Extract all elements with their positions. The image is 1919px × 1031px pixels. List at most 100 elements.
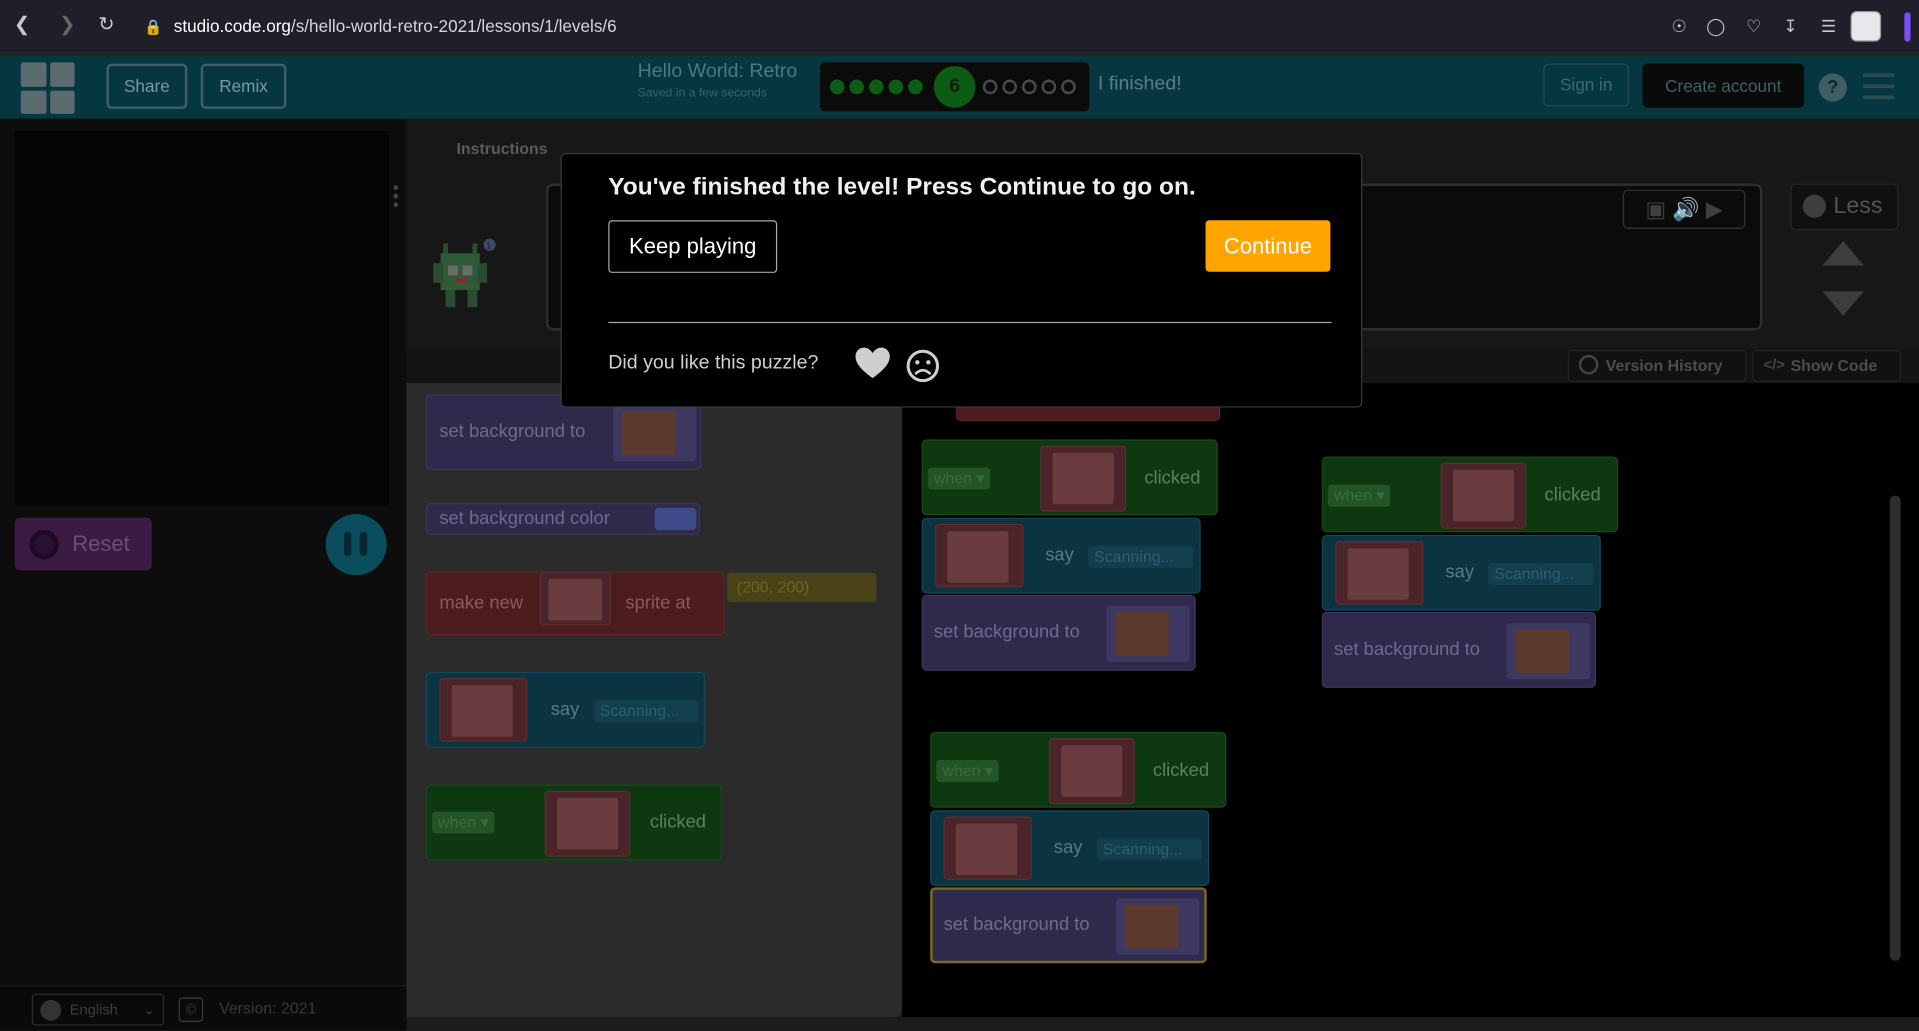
script-2-say-block[interactable]: say Scanning... [1321, 534, 1601, 611]
script-2-set-background-block[interactable]: set background to [1321, 611, 1596, 688]
script-3-when-clicked-block[interactable]: when ▾ clicked [930, 731, 1227, 808]
copyright-icon[interactable]: © [178, 997, 204, 1022]
sprite-thumbnail[interactable] [943, 816, 1032, 880]
when-label: when [942, 761, 981, 780]
event-dropdown[interactable]: when ▾ [927, 467, 991, 490]
say-text-field[interactable]: Scanning... [1088, 545, 1194, 568]
block-label: clicked [1144, 467, 1201, 489]
address-bar[interactable]: 🔒 studio.code.org/s/hello-world-retro-202… [144, 10, 1662, 43]
current-level-dot[interactable]: 6 [933, 66, 976, 108]
when-label: when [933, 468, 972, 488]
level-dot-5[interactable] [908, 79, 923, 95]
help-icon[interactable]: ? [1818, 73, 1847, 102]
panel-resize-handle[interactable]: • • • [393, 179, 400, 213]
sprite-thumbnail[interactable] [1048, 738, 1135, 805]
scroll-down-icon[interactable] [1822, 291, 1864, 316]
less-button[interactable]: Less [1790, 183, 1899, 231]
shield-icon[interactable]: ◯ [1704, 13, 1728, 37]
forward-icon[interactable]: ❯ [54, 12, 81, 39]
finished-link[interactable]: I finished! [1098, 73, 1182, 95]
level-dot-7[interactable] [982, 79, 998, 95]
download-icon[interactable]: ↧ [1778, 13, 1802, 37]
instructions-badge: 1 [487, 240, 492, 250]
toolbox-when-clicked-block[interactable]: when ▾ clicked [425, 784, 723, 861]
browser-toolbar: ❮ ❯ ↻ 🔒 studio.code.org/s/hello-world-ret… [0, 0, 1919, 54]
sidebar-toggle[interactable] [1904, 12, 1911, 42]
heart-like-icon[interactable] [854, 346, 891, 380]
block-label: set background to [439, 421, 586, 442]
say-text-field[interactable]: Scanning... [1096, 838, 1202, 861]
game-canvas[interactable] [14, 130, 390, 506]
back-icon[interactable]: ❮ [9, 12, 36, 39]
instructions-tab[interactable]: Instructions [457, 140, 548, 158]
block-label: clicked [649, 811, 707, 833]
hamburger-menu-icon[interactable] [1862, 73, 1895, 100]
show-code-button[interactable]: </> Show Code [1752, 350, 1901, 382]
script-3-set-background-block[interactable]: set background to [930, 887, 1207, 964]
sprite-thumbnail[interactable] [1040, 445, 1126, 512]
scroll-up-icon[interactable] [1822, 241, 1864, 266]
script-1-when-clicked-block[interactable]: when ▾ clicked [921, 439, 1218, 516]
toolbox-say-block[interactable]: say Scanning... [425, 671, 705, 748]
color-swatch[interactable] [654, 507, 697, 530]
globe-icon [40, 999, 62, 1021]
sprite-location-field[interactable]: (200, 200) [726, 572, 877, 603]
sprite-thumbnail[interactable] [539, 571, 611, 626]
sprite-thumbnail[interactable] [935, 523, 1024, 588]
reset-button[interactable]: Reset [14, 517, 152, 571]
level-dot-1[interactable] [829, 79, 845, 95]
level-dot-8[interactable] [1002, 79, 1018, 95]
background-thumbnail[interactable] [1506, 622, 1590, 680]
frown-dislike-icon[interactable] [906, 349, 940, 383]
script-3-say-block[interactable]: say Scanning... [930, 810, 1210, 887]
profile-avatar[interactable] [1850, 11, 1882, 42]
event-dropdown[interactable]: when ▾ [432, 811, 495, 834]
block-workspace[interactable]: when ▾ clicked say Scanning... set backg… [902, 383, 1919, 1018]
say-text-field[interactable]: Scanning... [1488, 562, 1594, 586]
level-dot-11[interactable] [1061, 79, 1076, 95]
heart-icon[interactable]: ♡ [1742, 13, 1766, 37]
toolbox-make-new-sprite-block[interactable]: make new sprite at [425, 571, 725, 636]
audio-controls[interactable]: ▣ 🔊 ▶ [1622, 189, 1746, 229]
version-history-button[interactable]: Version History [1567, 350, 1747, 382]
sprite-thumbnail[interactable] [1440, 462, 1527, 529]
script-1-say-block[interactable]: say Scanning... [921, 517, 1201, 594]
background-thumbnail[interactable] [613, 405, 697, 462]
share-button[interactable]: Share [106, 63, 188, 109]
version-history-label: Version History [1605, 356, 1723, 375]
block-label: set background to [933, 621, 1080, 643]
block-label: sprite at [625, 592, 691, 614]
continue-button[interactable]: Continue [1205, 220, 1331, 272]
camera-icon[interactable]: ☉ [1667, 13, 1691, 37]
workspace-scrollbar[interactable] [1889, 495, 1901, 961]
reset-label: Reset [72, 531, 130, 556]
reload-icon[interactable]: ↻ [93, 12, 120, 39]
script-1-set-background-block[interactable]: set background to [921, 594, 1196, 671]
sign-in-button[interactable]: Sign in [1543, 63, 1630, 107]
level-dot-2[interactable] [849, 79, 865, 95]
pause-button[interactable] [325, 514, 387, 576]
language-select[interactable]: English ⌄ [31, 993, 165, 1026]
background-thumbnail[interactable] [1106, 605, 1190, 663]
sprite-thumbnail[interactable] [1335, 540, 1424, 605]
block-label: set background color [439, 507, 610, 529]
level-dot-3[interactable] [868, 79, 884, 95]
event-dropdown[interactable]: when ▾ [1327, 484, 1391, 507]
sprite-thumbnail[interactable] [544, 790, 631, 857]
version-text: Version: 2021 [219, 998, 317, 1018]
code-icon: </> [1763, 356, 1785, 374]
level-dot-4[interactable] [888, 79, 904, 95]
level-dot-9[interactable] [1021, 79, 1037, 95]
remix-button[interactable]: Remix [200, 63, 287, 109]
sprite-thumbnail[interactable] [439, 678, 528, 742]
toolbox-set-background-color-block[interactable]: set background color [425, 503, 701, 535]
script-2-when-clicked-block[interactable]: when ▾ clicked [1321, 456, 1618, 533]
say-text-field[interactable]: Scanning... [593, 700, 699, 723]
create-account-button[interactable]: Create account [1642, 63, 1805, 108]
level-dot-10[interactable] [1041, 79, 1057, 95]
settings-sliders-icon[interactable]: ☰ [1816, 13, 1840, 37]
keep-playing-button[interactable]: Keep playing [608, 220, 778, 273]
background-thumbnail[interactable] [1116, 898, 1200, 955]
event-dropdown[interactable]: when ▾ [936, 760, 999, 783]
code-org-logo[interactable] [20, 62, 75, 114]
